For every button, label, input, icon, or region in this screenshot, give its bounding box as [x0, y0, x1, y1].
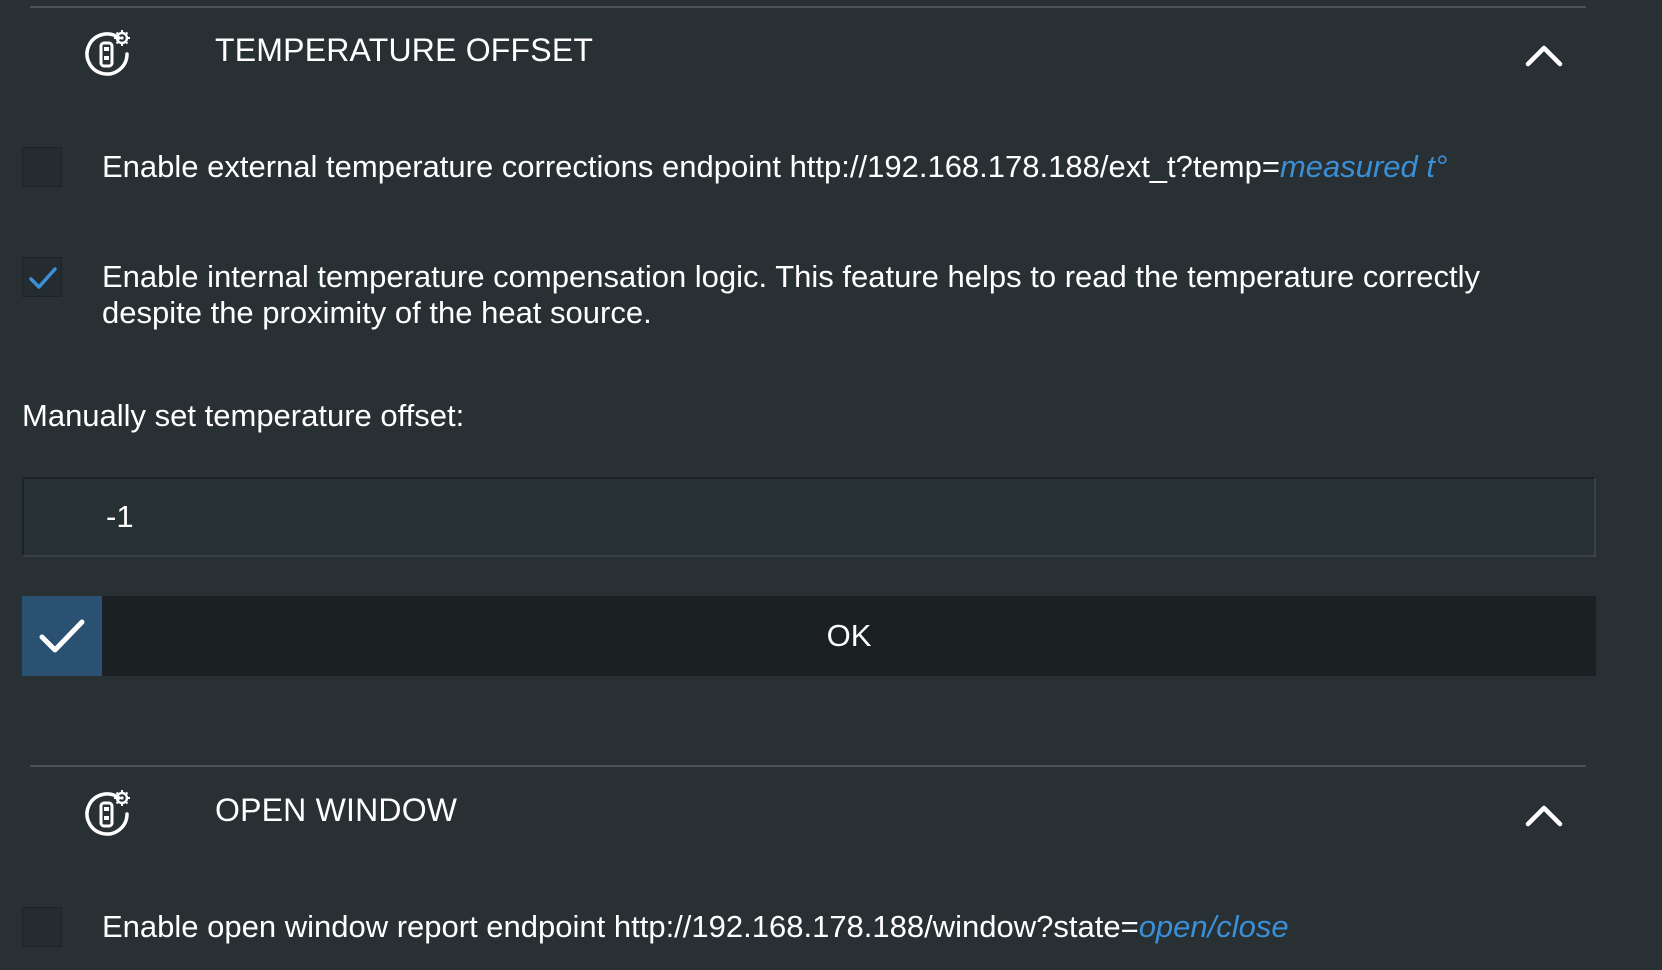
temperature-offset-input[interactable] [22, 477, 1596, 557]
internal-compensation-checkbox[interactable] [22, 257, 62, 297]
settings-page: TEMPERATURE OFFSET Enable external tempe… [0, 0, 1662, 970]
section-divider [30, 765, 1586, 767]
external-corrections-param: measured t° [1279, 149, 1448, 184]
chevron-up-icon[interactable] [1520, 36, 1568, 72]
open-window-report-label: Enable open window report endpoint http:… [102, 909, 1562, 945]
ok-button[interactable]: OK [22, 596, 1596, 676]
section-header-temperature-offset[interactable]: TEMPERATURE OFFSET [30, 28, 1586, 118]
chevron-up-icon[interactable] [1520, 796, 1568, 832]
external-corrections-checkbox[interactable] [22, 147, 62, 187]
open-window-report-param: open/close [1138, 909, 1289, 944]
external-corrections-text: Enable external temperature corrections … [102, 149, 1280, 184]
checkmark-icon [29, 267, 57, 289]
thermostat-settings-icon [83, 788, 133, 838]
ok-button-label: OK [826, 618, 872, 653]
open-window-report-checkbox[interactable] [22, 907, 62, 947]
internal-compensation-label: Enable internal temperature compensation… [102, 259, 1480, 330]
manual-offset-label: Manually set temperature offset: [22, 398, 465, 433]
external-corrections-label: Enable external temperature corrections … [102, 149, 1562, 185]
section-header-open-window[interactable]: OPEN WINDOW [30, 788, 1586, 878]
section-title: TEMPERATURE OFFSET [215, 32, 594, 68]
section-divider [30, 6, 1586, 8]
section-title: OPEN WINDOW [215, 792, 458, 828]
checkmark-icon [22, 596, 102, 676]
open-window-report-text: Enable open window report endpoint http:… [102, 909, 1139, 944]
thermostat-settings-icon [83, 28, 133, 78]
